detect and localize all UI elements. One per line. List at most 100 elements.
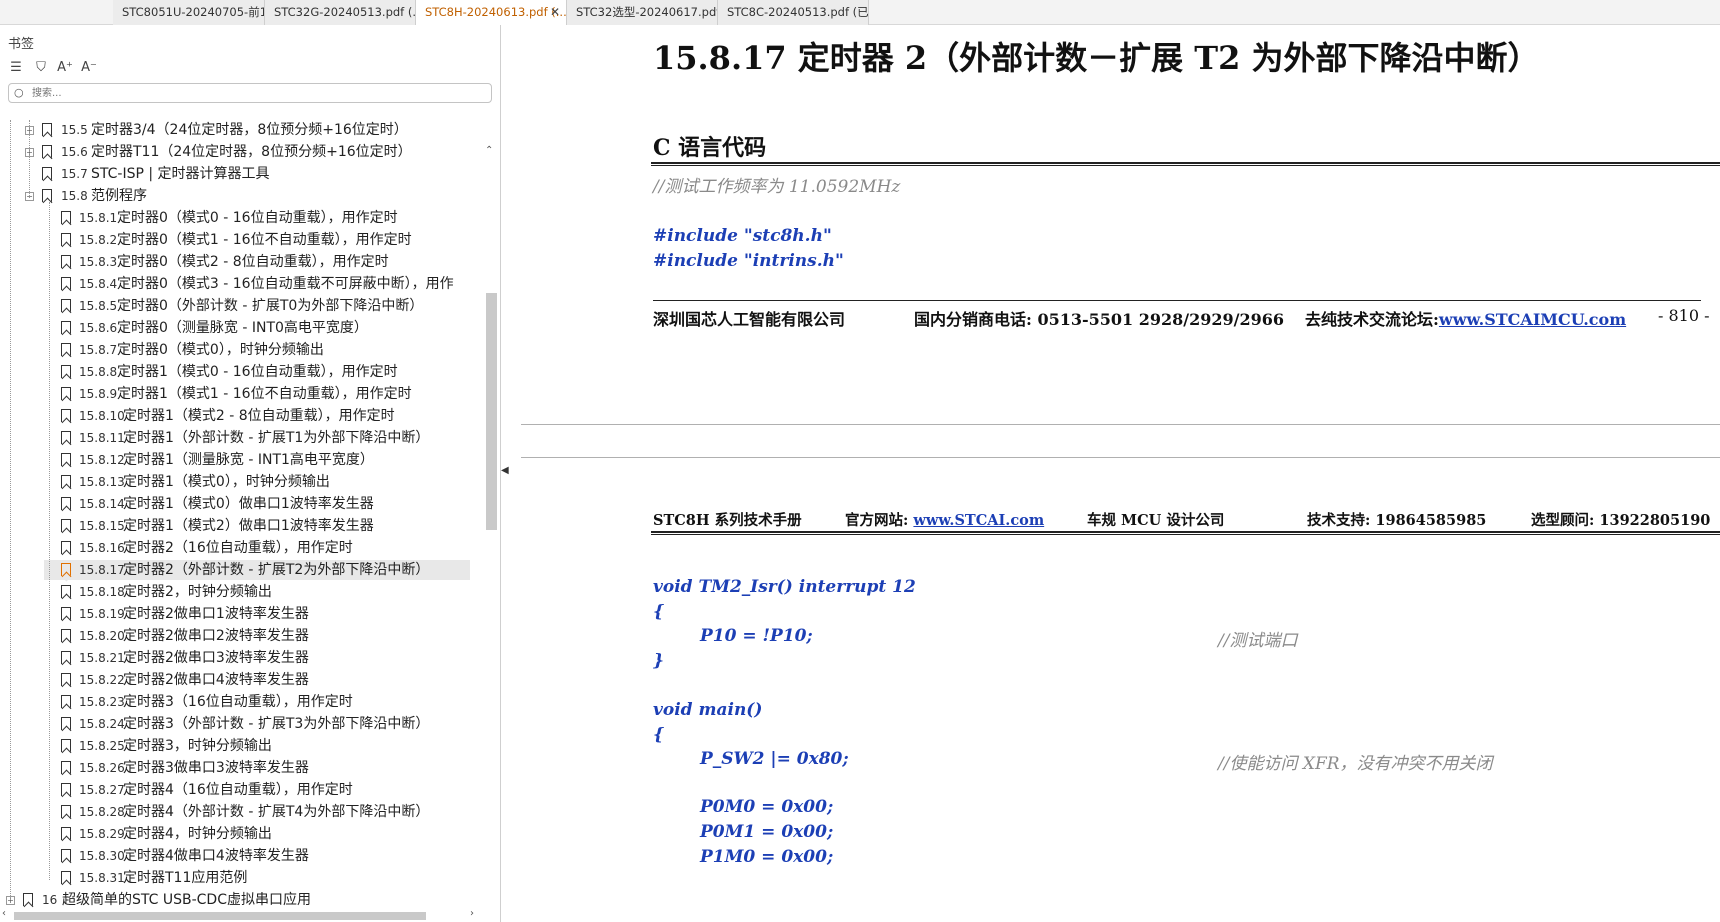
bookmark-subitem[interactable]: 15.8.25 定时器3，时钟分频输出 bbox=[0, 736, 470, 756]
bookmark-item[interactable]: 15.7 STC-ISP | 定时器计算器工具 bbox=[0, 164, 470, 184]
bookmark-number: 15.8.31 bbox=[79, 871, 125, 885]
bookmark-subitem[interactable]: 15.8.31 定时器T11应用范例 bbox=[0, 868, 470, 888]
bookmark-icon bbox=[61, 805, 71, 818]
bookmark-subitem[interactable]: 15.8.29 定时器4，时钟分频输出 bbox=[0, 824, 470, 844]
tab-stc32-selection[interactable]: STC32选型-20240617.pdf bbox=[567, 0, 718, 25]
document-view[interactable]: 15.8.17 定时器 2（外部计数－扩展 T2 为外部下降沿中断） C 语言代… bbox=[521, 25, 1720, 922]
site-link[interactable]: www.STCAI.com bbox=[913, 512, 1044, 529]
bookmark-label: 定时器4做串口4波特率发生器 bbox=[123, 848, 309, 864]
bookmark-add-icon[interactable]: ⛉ bbox=[32, 59, 50, 77]
scroll-up-icon[interactable]: ⌃ bbox=[485, 145, 493, 156]
bookmark-subitem[interactable]: 15.8.14 定时器1（模式0）做串口1波特率发生器 bbox=[0, 494, 470, 514]
bookmark-subitem[interactable]: 15.8.16 定时器2（16位自动重载），用作定时 bbox=[0, 538, 470, 558]
scrollbar-thumb[interactable] bbox=[486, 293, 497, 530]
bookmark-subitem[interactable]: 15.8.17 定时器2（外部计数 - 扩展T2为外部下降沿中断） bbox=[44, 560, 470, 580]
bookmark-search[interactable]: ○ bbox=[8, 83, 492, 103]
forum-link[interactable]: www.STCAIMCU.com bbox=[1439, 310, 1626, 329]
footer-forum: 去纯技术交流论坛:www.STCAIMCU.com bbox=[1305, 306, 1626, 330]
bookmark-subitem[interactable]: 15.8.13 定时器1（模式0），时钟分频输出 bbox=[0, 472, 470, 492]
bookmark-subitem[interactable]: 15.8.9 定时器1（模式1 - 16位不自动重载），用作定时 bbox=[0, 384, 470, 404]
bookmark-subitem[interactable]: 15.8.30 定时器4做串口4波特率发生器 bbox=[0, 846, 470, 866]
bookmark-subitem[interactable]: 15.8.23 定时器3（16位自动重载），用作定时 bbox=[0, 692, 470, 712]
bookmark-item[interactable]: +15.5 定时器3/4（24位定时器，8位预分频+16位定时） bbox=[0, 120, 470, 140]
bookmark-item[interactable]: −15.8 范例程序 bbox=[0, 186, 470, 206]
bookmark-subitem[interactable]: 15.8.20 定时器2做串口2波特率发生器 bbox=[0, 626, 470, 646]
bookmark-subitem[interactable]: 15.8.1 定时器0（模式0 - 16位自动重载），用作定时 bbox=[0, 208, 470, 228]
tab-stc8051u[interactable]: STC8051U-20240705-前1... bbox=[113, 0, 265, 25]
scroll-left-icon[interactable]: ‹ bbox=[2, 908, 6, 919]
tab-stc8h[interactable]: STC8H-20240613.pdf (... ✕ bbox=[416, 0, 567, 25]
bookmark-item[interactable]: +15.6 定时器T11（24位定时器，8位预分频+16位定时） bbox=[0, 142, 470, 162]
bookmark-subitem[interactable]: 15.8.8 定时器1（模式0 - 16位自动重载），用作定时 bbox=[0, 362, 470, 382]
font-increase-icon[interactable]: A⁺ bbox=[56, 59, 74, 77]
bookmark-subitem[interactable]: 15.8.27 定时器4（16位自动重载），用作定时 bbox=[0, 780, 470, 800]
code-line: P0M1 = 0x00; bbox=[700, 822, 834, 842]
bookmark-subitem[interactable]: 15.8.3 定时器0（模式2 - 8位自动重载），用作定时 bbox=[0, 252, 470, 272]
bookmark-number: 15.8.30 bbox=[79, 849, 125, 863]
bookmark-item[interactable]: +16 超级简单的STC USB-CDC虚拟串口应用 bbox=[0, 890, 470, 910]
bookmark-subitem[interactable]: 15.8.4 定时器0（模式3 - 16位自动重载不可屏蔽中断），用作 bbox=[0, 274, 470, 294]
bookmark-label: 定时器1（模式0）做串口1波特率发生器 bbox=[123, 496, 374, 512]
code-line: { bbox=[653, 602, 664, 622]
bookmark-subitem[interactable]: 15.8.7 定时器0（模式0），时钟分频输出 bbox=[0, 340, 470, 360]
scroll-right-icon[interactable]: › bbox=[470, 908, 474, 919]
bookmark-subitem[interactable]: 15.8.24 定时器3（外部计数 - 扩展T3为外部下降沿中断） bbox=[0, 714, 470, 734]
bookmark-subitem[interactable]: 15.8.18 定时器2，时钟分频输出 bbox=[0, 582, 470, 602]
bookmark-icon bbox=[61, 761, 71, 774]
bookmark-subitem[interactable]: 15.8.21 定时器2做串口3波特率发生器 bbox=[0, 648, 470, 668]
bookmark-icon bbox=[61, 563, 71, 576]
collapse-sidebar-icon[interactable]: ◀ bbox=[501, 465, 513, 485]
scrollbar-thumb[interactable] bbox=[14, 912, 426, 920]
bookmark-number: 15.8.15 bbox=[79, 519, 125, 533]
bookmark-subitem[interactable]: 15.8.28 定时器4（外部计数 - 扩展T4为外部下降沿中断） bbox=[0, 802, 470, 822]
page-number: - 810 - bbox=[1658, 306, 1710, 325]
bookmark-number: 15.8.26 bbox=[79, 761, 125, 775]
bookmark-label: 定时器4（16位自动重载），用作定时 bbox=[123, 782, 353, 798]
bookmark-icon bbox=[61, 343, 71, 356]
bookmark-subitem[interactable]: 15.8.26 定时器3做串口3波特率发生器 bbox=[0, 758, 470, 778]
tab-label: STC32选型-20240617.pdf bbox=[576, 5, 718, 19]
bookmark-number: 15.8.17 bbox=[79, 563, 125, 577]
bookmark-icon bbox=[61, 497, 71, 510]
list-view-icon[interactable]: ☰ bbox=[7, 59, 25, 77]
bookmark-subitem[interactable]: 15.8.15 定时器1（模式2）做串口1波特率发生器 bbox=[0, 516, 470, 536]
tab-label: STC8H-20240613.pdf (... bbox=[425, 5, 567, 19]
sidebar-horizontal-scrollbar[interactable]: ‹ › bbox=[0, 908, 482, 922]
bookmark-icon bbox=[61, 321, 71, 334]
bookmark-icon bbox=[61, 519, 71, 532]
tab-label: STC8051U-20240705-前1... bbox=[122, 5, 265, 19]
bookmark-label: 定时器0（模式1 - 16位不自动重载），用作定时 bbox=[117, 232, 412, 248]
bookmark-label: STC-ISP | 定时器计算器工具 bbox=[91, 166, 270, 182]
bookmark-label: 定时器1（模式0），时钟分频输出 bbox=[123, 474, 330, 490]
code-comment: //使能访问 XFR，没有冲突不用关闭 bbox=[1218, 754, 1493, 774]
bookmark-subitem[interactable]: 15.8.2 定时器0（模式1 - 16位不自动重载），用作定时 bbox=[0, 230, 470, 250]
bookmark-subitem[interactable]: 15.8.19 定时器2做串口1波特率发生器 bbox=[0, 604, 470, 624]
sidebar-vertical-scrollbar[interactable]: ⌃ ⌄ bbox=[484, 145, 499, 922]
bookmark-label: 定时器3做串口3波特率发生器 bbox=[123, 760, 309, 776]
bookmark-number: 15.8.19 bbox=[79, 607, 125, 621]
font-decrease-icon[interactable]: A⁻ bbox=[80, 59, 98, 77]
search-input[interactable] bbox=[32, 85, 482, 101]
section-title: 15.8.17 定时器 2（外部计数－扩展 T2 为外部下降沿中断） bbox=[653, 39, 1540, 77]
bookmark-label: 定时器2做串口3波特率发生器 bbox=[123, 650, 309, 666]
bookmark-subitem[interactable]: 15.8.10 定时器1（模式2 - 8位自动重载），用作定时 bbox=[0, 406, 470, 426]
close-icon[interactable]: ✕ bbox=[550, 0, 560, 25]
page-gap bbox=[521, 426, 1720, 458]
bookmark-number: 15.8.9 bbox=[79, 387, 118, 401]
bookmark-icon bbox=[61, 629, 71, 642]
tab-stc32g[interactable]: STC32G-20240513.pdf (... bbox=[265, 0, 416, 25]
bookmark-number: 15.8.11 bbox=[79, 431, 125, 445]
bookmark-icon bbox=[61, 409, 71, 422]
bookmark-icon bbox=[61, 827, 71, 840]
bookmark-number: 15.8.22 bbox=[79, 673, 125, 687]
tab-stc8c[interactable]: STC8C-20240513.pdf (已... bbox=[718, 0, 869, 25]
bookmark-subitem[interactable]: 15.8.22 定时器2做串口4波特率发生器 bbox=[0, 670, 470, 690]
bookmark-number: 15.8.1 bbox=[79, 211, 118, 225]
header-advisor: 选型顾问: 13922805190 bbox=[1531, 512, 1711, 529]
bookmark-subitem[interactable]: 15.8.12 定时器1（测量脉宽 - INT1高电平宽度） bbox=[0, 450, 470, 470]
bookmark-subitem[interactable]: 15.8.6 定时器0（测量脉宽 - INT0高电平宽度） bbox=[0, 318, 470, 338]
code-comment: //测试端口 bbox=[1218, 631, 1298, 651]
bookmark-subitem[interactable]: 15.8.5 定时器0（外部计数 - 扩展T0为外部下降沿中断） bbox=[0, 296, 470, 316]
bookmark-icon bbox=[61, 739, 71, 752]
bookmark-subitem[interactable]: 15.8.11 定时器1（外部计数 - 扩展T1为外部下降沿中断） bbox=[0, 428, 470, 448]
